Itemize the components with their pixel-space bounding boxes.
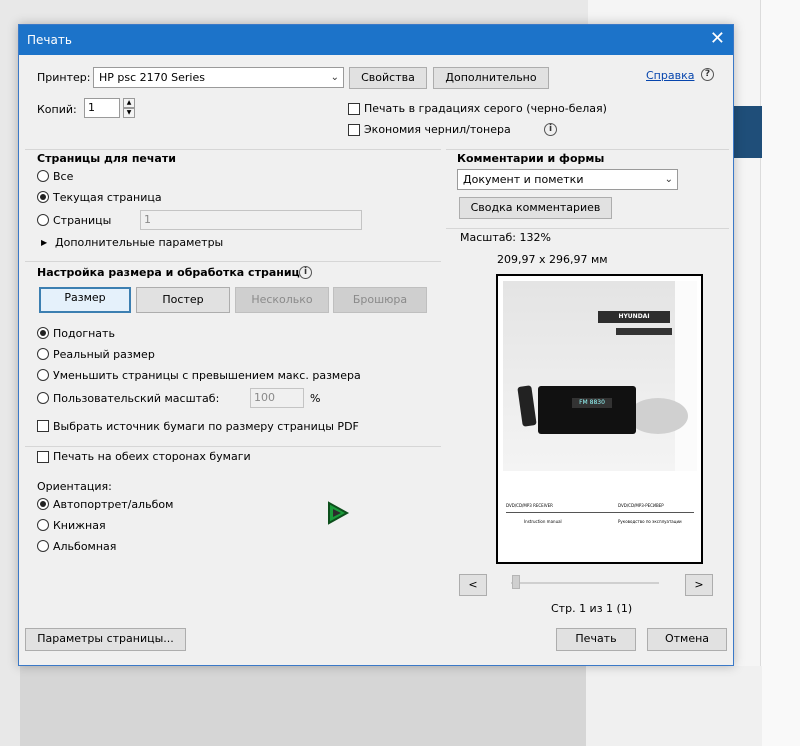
copies-up-icon[interactable]: ▲: [123, 98, 135, 108]
shrink-radio[interactable]: [37, 369, 49, 381]
close-icon[interactable]: ✕: [710, 28, 725, 50]
page-info: Стр. 1 из 1 (1): [551, 602, 633, 615]
chevron-down-icon: ⌄: [330, 72, 339, 83]
printer-label: Принтер:: [37, 71, 91, 84]
page-slider-thumb[interactable]: [512, 575, 520, 589]
expand-triangle-icon[interactable]: ▶: [41, 236, 47, 250]
pages-all-label: Все: [53, 170, 74, 183]
duplex-label: Печать на обеих сторонах бумаги: [53, 450, 251, 463]
orientation-landscape-radio[interactable]: [37, 540, 49, 552]
pages-range-radio[interactable]: [37, 214, 49, 226]
actual-size-radio[interactable]: [37, 348, 49, 360]
copies-label: Копий:: [37, 103, 77, 116]
pages-range-label: Страницы: [53, 214, 112, 227]
print-dialog: Печать ✕ Принтер: HP psc 2170 Series ⌄ С…: [18, 24, 734, 666]
background-blue-block: [734, 106, 762, 158]
preview-text-right: DVD/CD/MP3-РЕСИВЕР: [618, 503, 664, 508]
info-icon[interactable]: i: [299, 266, 312, 279]
preview-text-right2: Руководство по эксплуатации: [618, 519, 682, 524]
preview-cover-image: [503, 281, 675, 471]
preview-radio-shape: FM 8830: [538, 386, 636, 434]
orientation-heading: Ориентация:: [37, 480, 112, 493]
preview-scale-label: Масштаб: 132%: [460, 231, 551, 244]
pages-range-input[interactable]: 1: [140, 210, 362, 230]
preview-page: HYUNDAI FM 8830 DVD/CD/MP3 RECEIVER DVD/…: [496, 274, 703, 564]
pages-current-radio[interactable]: [37, 191, 49, 203]
info-icon[interactable]: i: [544, 123, 557, 136]
orientation-auto-label: Автопортрет/альбом: [53, 498, 174, 511]
paper-source-checkbox[interactable]: [37, 420, 49, 432]
preview-divider: [506, 512, 694, 513]
save-ink-label: Экономия чернил/тонера: [364, 123, 511, 136]
fit-label: Подогнать: [53, 327, 115, 340]
mouse-cursor-icon: [328, 501, 350, 525]
preview-disc-shape: [628, 398, 688, 434]
printer-select-value: HP psc 2170 Series: [99, 71, 205, 84]
paper-source-label: Выбрать источник бумаги по размеру стран…: [53, 420, 359, 433]
preview-text-left2: Instruction manual: [524, 519, 562, 524]
preview-subbar: [616, 328, 672, 335]
copies-down-icon[interactable]: ▼: [123, 108, 135, 118]
copies-input[interactable]: 1: [84, 98, 120, 118]
shrink-label: Уменьшить страницы с превышением макс. р…: [53, 369, 361, 382]
pages-all-radio[interactable]: [37, 170, 49, 182]
pages-current-label: Текущая страница: [53, 191, 162, 204]
tab-multiple[interactable]: Несколько: [235, 287, 329, 313]
orientation-portrait-label: Книжная: [53, 519, 106, 532]
cancel-button[interactable]: Отмена: [647, 628, 727, 651]
preview-logo: HYUNDAI: [598, 311, 670, 323]
tab-poster[interactable]: Постер: [136, 287, 230, 313]
chevron-down-icon: ⌄: [664, 174, 673, 185]
comments-summary-button[interactable]: Сводка комментариев: [459, 197, 612, 219]
preview-size-label: 209,97 x 296,97 мм: [497, 253, 608, 266]
background-document-bottom: [20, 666, 586, 746]
advanced-button[interactable]: Дополнительно: [433, 67, 549, 89]
preview-cover-side: [675, 281, 697, 471]
dialog-titlebar: Печать ✕: [19, 25, 733, 55]
grayscale-label: Печать в градациях серого (черно-белая): [364, 102, 607, 115]
prev-page-button[interactable]: <: [459, 574, 487, 596]
grayscale-checkbox[interactable]: [348, 103, 360, 115]
custom-scale-unit: %: [310, 392, 321, 405]
pages-heading: Страницы для печати: [37, 152, 176, 165]
page-slider-track[interactable]: [511, 582, 659, 584]
orientation-portrait-radio[interactable]: [37, 519, 49, 531]
preview-radio-screen: FM 8830: [572, 398, 612, 408]
properties-button[interactable]: Свойства: [349, 67, 427, 89]
sizing-heading: Настройка размера и обработка страниц: [37, 266, 300, 279]
page-setup-button[interactable]: Параметры страницы...: [25, 628, 186, 651]
orientation-auto-radio[interactable]: [37, 498, 49, 510]
fit-radio[interactable]: [37, 327, 49, 339]
comments-select-value: Документ и пометки: [463, 173, 584, 186]
custom-scale-input[interactable]: 100: [250, 388, 304, 408]
background-document-bottom-right: [586, 666, 762, 746]
printer-select[interactable]: HP psc 2170 Series ⌄: [93, 67, 344, 88]
help-question-icon[interactable]: ?: [701, 68, 714, 81]
duplex-checkbox[interactable]: [37, 451, 49, 463]
custom-scale-label: Пользовательский масштаб:: [53, 392, 220, 405]
save-ink-checkbox[interactable]: [348, 124, 360, 136]
orientation-landscape-label: Альбомная: [53, 540, 117, 553]
actual-size-label: Реальный размер: [53, 348, 155, 361]
print-button[interactable]: Печать: [556, 628, 636, 651]
next-page-button[interactable]: >: [685, 574, 713, 596]
tab-size[interactable]: Размер: [39, 287, 131, 313]
tab-booklet[interactable]: Брошюра: [333, 287, 427, 313]
dialog-title: Печать: [27, 33, 72, 47]
custom-scale-radio[interactable]: [37, 392, 49, 404]
comments-select[interactable]: Документ и пометки ⌄: [457, 169, 678, 190]
comments-heading: Комментарии и формы: [457, 152, 605, 165]
preview-text-left: DVD/CD/MP3 RECEIVER: [506, 503, 553, 508]
help-link[interactable]: Справка: [646, 69, 694, 82]
background-document-edge: [760, 0, 800, 746]
more-options-label[interactable]: Дополнительные параметры: [55, 236, 223, 250]
